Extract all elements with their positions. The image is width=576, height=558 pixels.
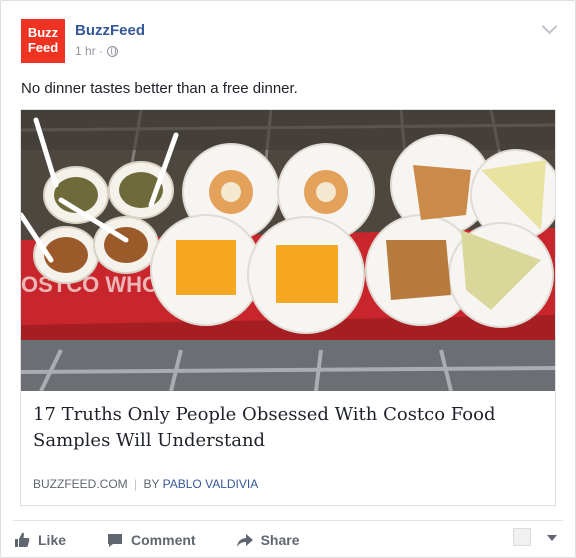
caret-down-icon[interactable]	[547, 535, 557, 541]
logo-text-line1: Buzz	[27, 25, 59, 40]
byline-prefix: BY	[143, 477, 160, 491]
costco-samples-photo: OSTCO WHOL	[21, 110, 555, 391]
logo-text-line2: Feed	[27, 40, 59, 55]
comment-icon	[108, 533, 123, 547]
post-timestamp[interactable]: 1 hr ·	[75, 44, 103, 58]
page-name-link[interactable]: BuzzFeed	[75, 22, 145, 39]
link-preview[interactable]: OSTCO WHOL 17 Truths Only People Obsesse…	[20, 109, 556, 506]
post-meta: 1 hr ·	[75, 44, 119, 58]
source-separator: |	[134, 477, 138, 491]
thumbs-up-icon	[15, 532, 30, 547]
post-actions-bar: Like Comment Share	[13, 520, 563, 558]
share-label: Share	[260, 531, 300, 548]
globe-icon	[107, 45, 119, 57]
chevron-down-icon[interactable]	[541, 18, 558, 35]
comment-button[interactable]: Comment	[106, 531, 196, 549]
comment-label: Comment	[131, 531, 196, 548]
link-preview-image[interactable]: OSTCO WHOL	[21, 110, 555, 391]
link-source: BUZZFEED.COM | BY PABLO VALDIVIA	[33, 477, 258, 491]
share-arrow-icon	[236, 533, 253, 547]
post-text: No dinner tastes better than a free dinn…	[21, 80, 298, 97]
page-avatar-logo[interactable]: Buzz Feed	[21, 19, 65, 63]
like-label: Like	[38, 531, 67, 548]
like-button[interactable]: Like	[13, 531, 66, 549]
link-headline[interactable]: 17 Truths Only People Obsessed With Cost…	[33, 402, 543, 454]
share-button[interactable]: Share	[236, 531, 300, 549]
post-card: Buzz Feed BuzzFeed 1 hr · No dinner tast…	[0, 0, 576, 558]
link-domain: BUZZFEED.COM	[33, 477, 128, 491]
user-avatar[interactable]	[513, 528, 531, 546]
author-link[interactable]: PABLO VALDIVIA	[163, 477, 259, 491]
